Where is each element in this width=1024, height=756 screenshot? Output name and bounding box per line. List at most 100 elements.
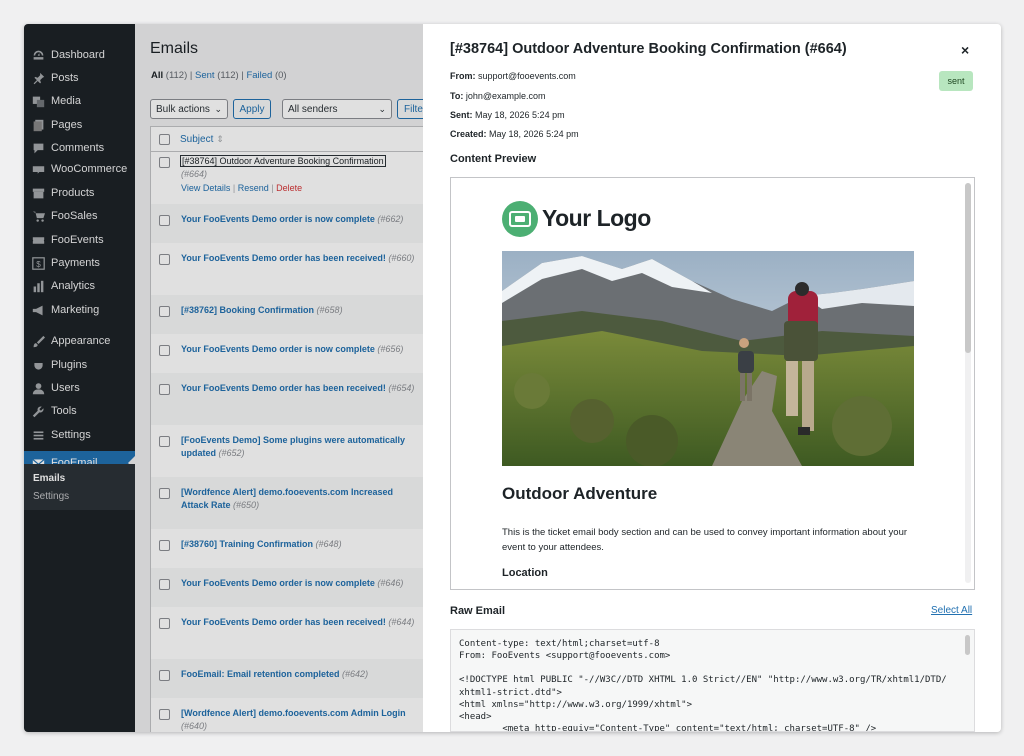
row-checkbox[interactable] <box>159 579 170 590</box>
sidebar-item-payments[interactable]: $ Payments <box>24 252 135 274</box>
table-row[interactable]: [Wordfence Alert] demo.fooevents.com Inc… <box>150 477 423 529</box>
sidebar-item-plugins[interactable]: Plugins <box>24 354 135 376</box>
table-row[interactable]: Your FooEvents Demo order has been recei… <box>150 243 423 295</box>
filter-button[interactable]: Filter <box>397 99 423 119</box>
filter-all-link[interactable]: All <box>151 70 163 81</box>
sidebar-item-foosales[interactable]: FooSales <box>24 205 135 227</box>
row-checkbox[interactable] <box>159 215 170 226</box>
row-subject-link[interactable]: [FooEvents Demo] Some plugins were autom… <box>181 434 421 460</box>
table-row[interactable]: [#38760] Training Confirmation (#648) <box>150 529 423 568</box>
sidebar-item-appearance[interactable]: Appearance <box>24 330 135 352</box>
row-subject-link[interactable]: [Wordfence Alert] demo.fooevents.com Adm… <box>181 707 421 732</box>
table-row[interactable]: [#38762] Booking Confirmation (#658) <box>150 295 423 334</box>
raw-email-heading: Raw Email <box>450 605 506 617</box>
table-row[interactable]: Your FooEvents Demo order has been recei… <box>150 607 423 659</box>
logo-icon <box>502 201 538 237</box>
sidebar-item-users[interactable]: Users <box>24 377 135 399</box>
table-row[interactable]: Your FooEvents Demo order is now complet… <box>150 204 423 243</box>
table-row[interactable]: [Wordfence Alert] demo.fooevents.com Adm… <box>150 698 423 732</box>
senders-select[interactable]: All senders ⌄ <box>282 99 392 119</box>
sidebar-item-comments[interactable]: Comments <box>24 137 135 159</box>
raw-email-line: <html xmlns="http://www.w3.org/1999/xhtm… <box>459 699 692 710</box>
resend-link[interactable]: Resend <box>238 183 269 193</box>
subject-column-header[interactable]: Subject ⇕ <box>180 134 224 145</box>
table-row[interactable]: Your FooEvents Demo order is now complet… <box>150 568 423 607</box>
sidebar-item-fooevents[interactable]: FooEvents <box>24 229 135 251</box>
email-location-heading: Location <box>502 567 548 579</box>
row-subject-link[interactable]: Your FooEvents Demo order has been recei… <box>181 616 421 629</box>
apply-button[interactable]: Apply <box>233 99 271 119</box>
raw-scrollbar-thumb[interactable] <box>965 635 970 655</box>
row-email-number: (#658) <box>316 305 343 315</box>
chevron-down-icon: ⌄ <box>214 104 222 114</box>
close-button[interactable]: × <box>961 42 969 58</box>
comment-icon <box>31 141 45 155</box>
row-checkbox[interactable] <box>159 436 170 447</box>
table-row[interactable]: Your FooEvents Demo order is now complet… <box>150 334 423 373</box>
row-checkbox[interactable] <box>159 618 170 629</box>
submenu-item-settings[interactable]: Settings <box>33 491 69 502</box>
table-row[interactable]: [FooEvents Demo] Some plugins were autom… <box>150 425 423 477</box>
bulk-actions-select[interactable]: Bulk actions ⌄ <box>150 99 228 119</box>
sidebar-item-products[interactable]: Products <box>24 182 135 204</box>
select-all-link[interactable]: Select All <box>931 605 972 616</box>
view-details-link[interactable]: View Details <box>181 183 230 193</box>
row-subject-link[interactable]: Your FooEvents Demo order is now complet… <box>181 213 421 226</box>
sidebar-item-label: Marketing <box>51 304 100 316</box>
plug-icon <box>31 358 45 372</box>
svg-text:$: $ <box>36 259 41 268</box>
row-subject-link[interactable]: Your FooEvents Demo order is now complet… <box>181 343 421 356</box>
row-checkbox[interactable] <box>159 488 170 499</box>
row-subject-link[interactable]: Your FooEvents Demo order has been recei… <box>181 252 421 265</box>
bulk-actions-value: Bulk actions <box>156 103 210 115</box>
row-subject-link[interactable]: [#38762] Booking Confirmation (#658) <box>181 304 421 317</box>
sidebar-item-dashboard[interactable]: Dashboard <box>24 44 135 66</box>
row-checkbox[interactable] <box>159 540 170 551</box>
pin-icon <box>31 71 45 85</box>
row-subject-link[interactable]: Your FooEvents Demo order has been recei… <box>181 382 421 395</box>
table-header: Subject ⇕ <box>150 126 423 152</box>
row-checkbox[interactable] <box>159 345 170 356</box>
preview-scrollbar-thumb[interactable] <box>965 183 971 353</box>
sidebar-item-label: Dashboard <box>51 49 105 61</box>
sidebar-item-tools[interactable]: Tools <box>24 400 135 422</box>
row-checkbox[interactable] <box>159 670 170 681</box>
row-checkbox[interactable] <box>159 254 170 265</box>
submenu-item-emails[interactable]: Emails <box>33 473 65 484</box>
admin-sidebar: Dashboard Posts Media Pages Comments WooComme… <box>24 24 135 732</box>
table-row[interactable]: Your FooEvents Demo order has been recei… <box>150 373 423 425</box>
row-subject-link[interactable]: [Wordfence Alert] demo.fooevents.com Inc… <box>181 486 421 512</box>
sidebar-item-pages[interactable]: Pages <box>24 114 135 136</box>
row-checkbox[interactable] <box>159 306 170 317</box>
meta-from: From: support@fooevents.com <box>450 71 576 81</box>
meta-created-value: May 18, 2026 5:24 pm <box>489 129 579 139</box>
row-checkbox[interactable] <box>159 709 170 720</box>
raw-email-box[interactable]: Content-type: text/html;charset=utf-8 Fro… <box>450 629 975 732</box>
filter-sent-link[interactable]: Sent <box>195 70 215 81</box>
sidebar-item-marketing[interactable]: Marketing <box>24 299 135 321</box>
sidebar-item-settings[interactable]: Settings <box>24 424 135 446</box>
row-subject-link[interactable]: [#38760] Training Confirmation (#648) <box>181 538 421 551</box>
table-row[interactable]: FooEmail: Email retention completed (#64… <box>150 659 423 698</box>
sidebar-item-woocommerce[interactable]: WooCommerce <box>24 158 135 180</box>
row-subject-link[interactable]: FooEmail: Email retention completed (#64… <box>181 668 421 681</box>
raw-email-line: From: FooEvents <support@fooevents.com> <box>459 651 671 662</box>
sidebar-item-analytics[interactable]: Analytics <box>24 275 135 297</box>
sidebar-item-posts[interactable]: Posts <box>24 67 135 89</box>
sidebar-item-label: FooEvents <box>51 234 104 246</box>
row-email-number: (#640) <box>181 721 208 731</box>
row-subject-link[interactable]: [#38764] Outdoor Adventure Booking Confi… <box>180 155 421 181</box>
row-subject-link[interactable]: Your FooEvents Demo order is now complet… <box>181 577 421 590</box>
content-preview-frame[interactable]: Your Logo Outdoor Adventure This is the … <box>450 177 975 590</box>
row-email-number: (#656) <box>377 344 404 354</box>
row-email-number: (#644) <box>388 617 415 627</box>
row-checkbox[interactable] <box>159 157 170 168</box>
delete-link[interactable]: Delete <box>276 183 302 193</box>
select-all-checkbox[interactable] <box>159 134 170 145</box>
row-email-number: (#650) <box>233 500 260 510</box>
sidebar-item-media[interactable]: Media <box>24 90 135 112</box>
filter-failed-link[interactable]: Failed <box>246 70 272 81</box>
table-row[interactable]: [#38764] Outdoor Adventure Booking Confi… <box>150 152 423 204</box>
subject-column-label: Subject <box>180 134 214 145</box>
row-checkbox[interactable] <box>159 384 170 395</box>
